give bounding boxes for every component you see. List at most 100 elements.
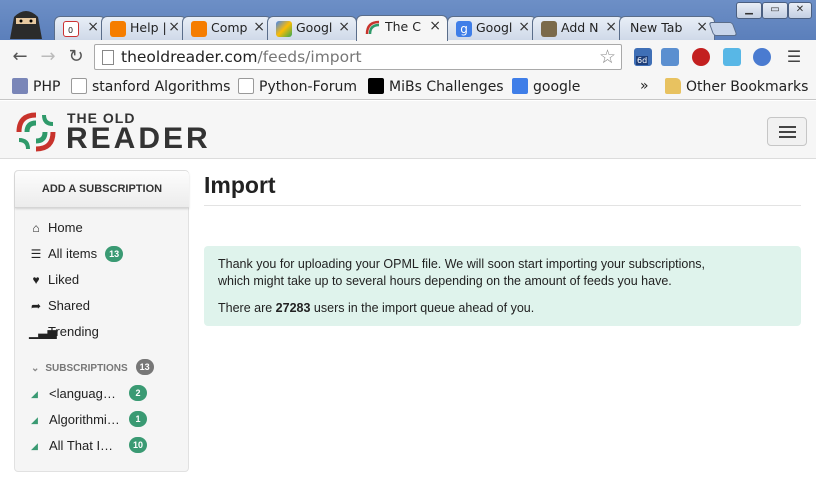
bookmark-label: Python-Forum (259, 79, 357, 95)
sidebar-item-label: Shared (48, 298, 90, 313)
page-title: Import (204, 172, 276, 198)
folder-icon (665, 78, 681, 94)
close-tab-icon[interactable]: × (168, 19, 180, 35)
subscription-item[interactable]: ◢ All That I… 10 (31, 437, 148, 453)
tab-comp[interactable]: Comp × (182, 16, 272, 40)
gmail-unread-count: 0 (68, 26, 74, 35)
unread-count-badge: 1 (129, 411, 147, 427)
google-icon: g (456, 21, 472, 37)
bookmark-label: PHP (33, 79, 61, 95)
sidebar-item-shared[interactable]: ➦ Shared (29, 298, 90, 313)
heart-icon: ♥ (32, 273, 40, 287)
notice-line-2: which might take up to several hours dep… (218, 274, 672, 288)
close-tab-icon[interactable]: × (696, 19, 708, 35)
site-header: THE OLD READER (0, 101, 816, 159)
oldreader-logo-icon[interactable] (16, 112, 56, 152)
address-bar[interactable]: theoldreader.com/feeds/import ☆ (94, 44, 622, 70)
add-subscription-button[interactable]: ADD A SUBSCRIPTION (15, 171, 189, 208)
tab-google-drive[interactable]: Googl × (267, 16, 357, 40)
tab-label: Googl (476, 20, 513, 35)
notice-text: Thank you for uploading your OPML file. … (218, 256, 787, 290)
ninja-profile-icon[interactable] (4, 3, 48, 39)
queue-count: 27283 (275, 301, 311, 315)
page-icon (102, 50, 114, 65)
bookmark-python-forum[interactable]: Python-Forum (238, 78, 357, 95)
bookmark-star-icon[interactable]: ☆ (599, 46, 616, 68)
tab-help[interactable]: Help | × (101, 16, 187, 40)
sidebar-item-label: Trending (48, 324, 99, 339)
bookmark-stanford-algorithms[interactable]: stanford Algorithms (71, 78, 230, 95)
sidebar-item-trending[interactable]: ▁▃▅Trending (29, 324, 99, 339)
subscriptions-label: SUBSCRIPTIONS (45, 363, 128, 374)
rss-icon: ◢ (31, 389, 38, 399)
close-tab-icon[interactable]: × (87, 19, 99, 35)
bookmark-mibs-challenges[interactable]: MiBs Challenges (368, 78, 504, 95)
oldreader-icon (365, 20, 380, 35)
tab-label: The C (385, 19, 421, 34)
reload-icon[interactable]: ↻ (66, 47, 86, 67)
subscription-item[interactable]: ◢ Algorithmi… 1 (31, 411, 147, 427)
minimize-window-button[interactable]: ▁ (736, 2, 762, 19)
sidebar-item-liked[interactable]: ♥ Liked (29, 272, 79, 287)
python-icon (238, 78, 254, 94)
adblock-icon[interactable] (692, 48, 710, 66)
close-tab-icon[interactable]: × (518, 19, 530, 35)
close-tab-icon[interactable]: × (338, 19, 350, 35)
list-icon: ☰ (30, 247, 42, 261)
new-tab-button[interactable] (708, 22, 738, 36)
tab-gmail[interactable]: 0 × (54, 16, 106, 40)
subscription-label: All That I… (49, 438, 114, 453)
chevron-down-icon[interactable]: ⌄ (31, 363, 39, 374)
chat-extension-icon[interactable] (723, 48, 741, 66)
tab-add-n[interactable]: Add N × (532, 16, 624, 40)
bookmark-other-bookmarks[interactable]: Other Bookmarks (665, 78, 808, 95)
subscriptions-count-badge: 13 (135, 359, 154, 375)
import-notice: Thank you for uploading your OPML file. … (204, 246, 801, 326)
bookmark-label: stanford Algorithms (92, 79, 231, 95)
mibs-icon (368, 78, 384, 94)
rss-icon: ◢ (31, 441, 38, 451)
close-tab-icon[interactable]: × (253, 19, 265, 35)
stanford-icon (71, 78, 87, 94)
screen-capture-extension-icon[interactable] (661, 48, 679, 66)
google-drive-icon (276, 21, 292, 37)
google-icon (512, 78, 528, 94)
tab-label: Help | (130, 20, 167, 35)
maximize-window-button[interactable]: ▭ (762, 2, 788, 19)
notice-line-1: Thank you for uploading your OPML file. … (218, 257, 706, 271)
php-icon (12, 78, 28, 94)
rss-extension-icon[interactable] (753, 48, 771, 66)
tab-google[interactable]: g Googl × (447, 16, 537, 40)
bookmark-label: google (533, 79, 581, 95)
subscription-item[interactable]: ◢ <languag… 2 (31, 385, 147, 401)
bookmark-google[interactable]: google (512, 78, 580, 95)
url-host: theoldreader.com (121, 48, 258, 66)
subscriptions-header[interactable]: ⌄ SUBSCRIPTIONS 13 (31, 359, 154, 375)
tab-the-old-reader[interactable]: The C × (356, 15, 448, 41)
bookmark-label: Other Bookmarks (686, 79, 809, 95)
sidebar-item-all-items[interactable]: ☰ All items 13 (29, 246, 124, 262)
calendar-extension-icon[interactable]: 6d (634, 48, 652, 66)
chrome-menu-icon[interactable]: ☰ (785, 48, 803, 66)
tab-label: Googl (296, 20, 333, 35)
bookmarks-bar: PHP stanford Algorithms Python-Forum MiB… (0, 74, 816, 100)
forward-icon[interactable]: → (38, 47, 58, 67)
share-icon: ➦ (30, 299, 42, 313)
close-window-button[interactable]: ✕ (788, 2, 812, 19)
close-tab-icon[interactable]: × (429, 18, 441, 34)
tab-new-tab[interactable]: New Tab × (619, 16, 715, 40)
home-icon: ⌂ (32, 221, 40, 235)
blogger-icon (191, 21, 207, 37)
bookmarks-overflow-chevron[interactable]: » (640, 78, 649, 94)
hamburger-menu-button[interactable] (767, 117, 807, 146)
url-path: /feeds/import (257, 48, 362, 66)
sidebar: ADD A SUBSCRIPTION ⌂ Home ☰ All items 13 ♥ L… (14, 170, 189, 472)
sidebar-item-label: Home (48, 220, 83, 235)
back-icon[interactable]: ← (10, 47, 30, 67)
queue-text: There are 27283 users in the import queu… (218, 300, 787, 317)
signal-icon: ▁▃▅ (29, 325, 57, 339)
close-tab-icon[interactable]: × (605, 19, 617, 35)
bookmark-php[interactable]: PHP (12, 78, 60, 95)
subscription-label: <languag… (49, 386, 116, 401)
sidebar-item-home[interactable]: ⌂ Home (29, 220, 83, 235)
